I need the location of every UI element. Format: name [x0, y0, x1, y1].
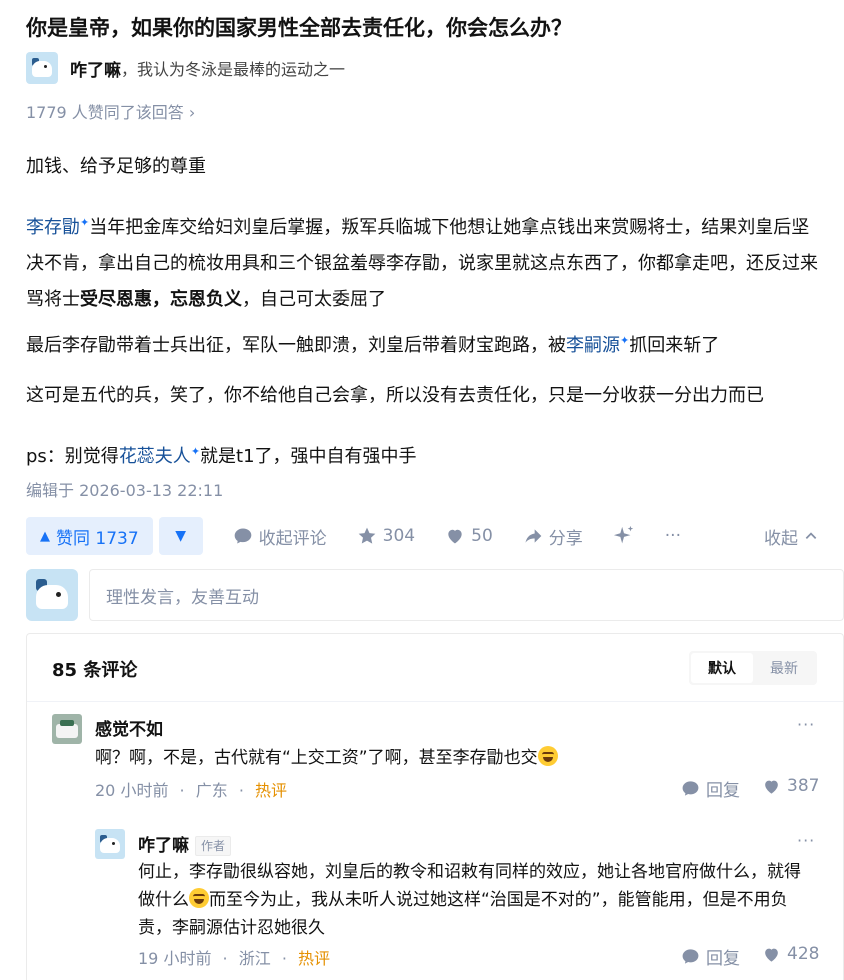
current-user-avatar[interactable] — [26, 569, 78, 621]
sort-default-tab[interactable]: 默认 — [691, 653, 753, 683]
answer-paragraph-5: ps：别觉得花蕊夫人✦就是t1了，强中自有强中手 — [26, 445, 417, 467]
share-button[interactable]: 分享 — [523, 524, 583, 549]
favorite-button[interactable]: 304 — [357, 526, 415, 546]
commenter-avatar[interactable] — [52, 714, 82, 744]
link-li-cunxu[interactable]: 李存勖 — [26, 217, 80, 238]
comment-sort-toggle: 默认 最新 — [689, 651, 817, 685]
comment-icon — [682, 781, 699, 796]
reply-author-name: 咋了嘛 作者 — [138, 831, 232, 856]
comment-more-button[interactable]: ··· — [797, 831, 815, 850]
comment-text: 啊？啊，不是，古代就有“上交工资”了啊，甚至李存勖也交 — [95, 744, 815, 772]
heart-icon — [765, 948, 778, 962]
hot-comment-badge: 热评 — [298, 949, 331, 968]
author-tag: 作者 — [195, 836, 232, 856]
heart-icon — [765, 780, 778, 794]
reply-button[interactable]: 回复 — [681, 776, 740, 801]
question-title[interactable]: 你是皇帝，如果你的国家男性全部去责任化，你会怎么办？ — [26, 12, 572, 42]
commenter-name[interactable]: 感觉不如 — [95, 715, 163, 740]
sparkle-icon — [613, 525, 633, 544]
link-huarui-furen[interactable]: 花蕊夫人 — [119, 446, 191, 467]
chevron-up-icon — [805, 532, 817, 539]
hot-comment-badge: 热评 — [255, 781, 288, 800]
sweat-smile-emoji-icon — [189, 888, 209, 908]
upvote-button[interactable]: ▲ 赞同 1737 — [26, 517, 153, 555]
share-arrow-icon — [525, 529, 542, 543]
laughing-emoji-icon — [537, 746, 558, 766]
sparkle-icon: ✦ — [190, 445, 201, 458]
edited-timestamp[interactable]: 编辑于 2026-03-13 22:11 — [26, 477, 223, 501]
sparkle-icon: ✦ — [80, 216, 90, 229]
author-row: 咋了嘛 ， 我认为冬泳是最棒的运动之一 — [26, 52, 345, 84]
reply-author-avatar[interactable] — [95, 829, 125, 859]
divider — [27, 701, 843, 702]
upvote-label: 赞同 1737 — [56, 528, 139, 549]
comment-count: 85 条评论 — [52, 660, 138, 681]
link-li-siyuan[interactable]: 李嗣源 — [566, 335, 620, 356]
comment-meta: 20 小时前 · 广东 · 热评 — [95, 781, 288, 800]
comment-input[interactable]: 理性发言，友善互动 — [89, 569, 844, 621]
answer-paragraph-4: 这可是五代的兵，笑了，你不给他自己会拿，所以没有去责任化，只是一分收获一分出力而… — [26, 385, 764, 406]
reply-text: 何止，李存勖很纵容她，刘皇后的教令和诏敕有同样的效应，她让各地官府做什么，就得做… — [138, 862, 801, 938]
comment-like-button[interactable]: 428 — [762, 944, 819, 964]
reply-meta: 19 小时前 · 浙江 · 热评 — [138, 949, 331, 968]
author-separator: ， — [121, 60, 138, 79]
more-actions-button[interactable]: ··· — [665, 526, 681, 546]
answer-paragraph-2: 李存勖✦当年把金库交给妇刘皇后掌握，叛军兵临城下他想让她拿点钱出来赏赐将士，结果… — [26, 216, 818, 310]
heart-icon — [448, 529, 462, 544]
author-avatar[interactable] — [26, 52, 58, 84]
comment-more-button[interactable]: ··· — [797, 715, 815, 734]
comment-icon — [234, 528, 252, 544]
answer-paragraph-1: 加钱、给予足够的尊重 — [26, 156, 206, 177]
collapse-answer-button[interactable]: 收起 — [764, 524, 818, 549]
downvote-button[interactable]: ▼ — [158, 517, 203, 555]
triangle-up-icon: ▲ — [40, 528, 50, 544]
comment-like-button[interactable]: 387 — [762, 776, 819, 796]
collapse-comments-button[interactable]: 收起评论 — [233, 524, 327, 549]
sparkle-icon: ✦ — [620, 334, 630, 347]
star-icon — [358, 527, 376, 544]
comment-icon — [682, 949, 699, 964]
author-name[interactable]: 咋了嘛 — [70, 56, 121, 81]
votes-summary-link[interactable]: 1779 人赞同了该回答 › — [26, 99, 195, 123]
answer-action-bar: ▲ 赞同 1737 ▼ 收起评论 304 50 分享 ··· 收起 — [26, 517, 818, 555]
author-bio: 我认为冬泳是最棒的运动之一 — [137, 60, 346, 79]
ai-sparkle-button[interactable] — [613, 525, 635, 547]
like-button[interactable]: 50 — [445, 526, 493, 546]
reply-button[interactable]: 回复 — [681, 944, 740, 969]
sort-latest-tab[interactable]: 最新 — [753, 653, 815, 683]
answer-paragraph-3: 最后李存勖带着士兵出征，军队一触即溃，刘皇后带着财宝跑路，被李嗣源✦抓回来斩了 — [26, 334, 720, 356]
